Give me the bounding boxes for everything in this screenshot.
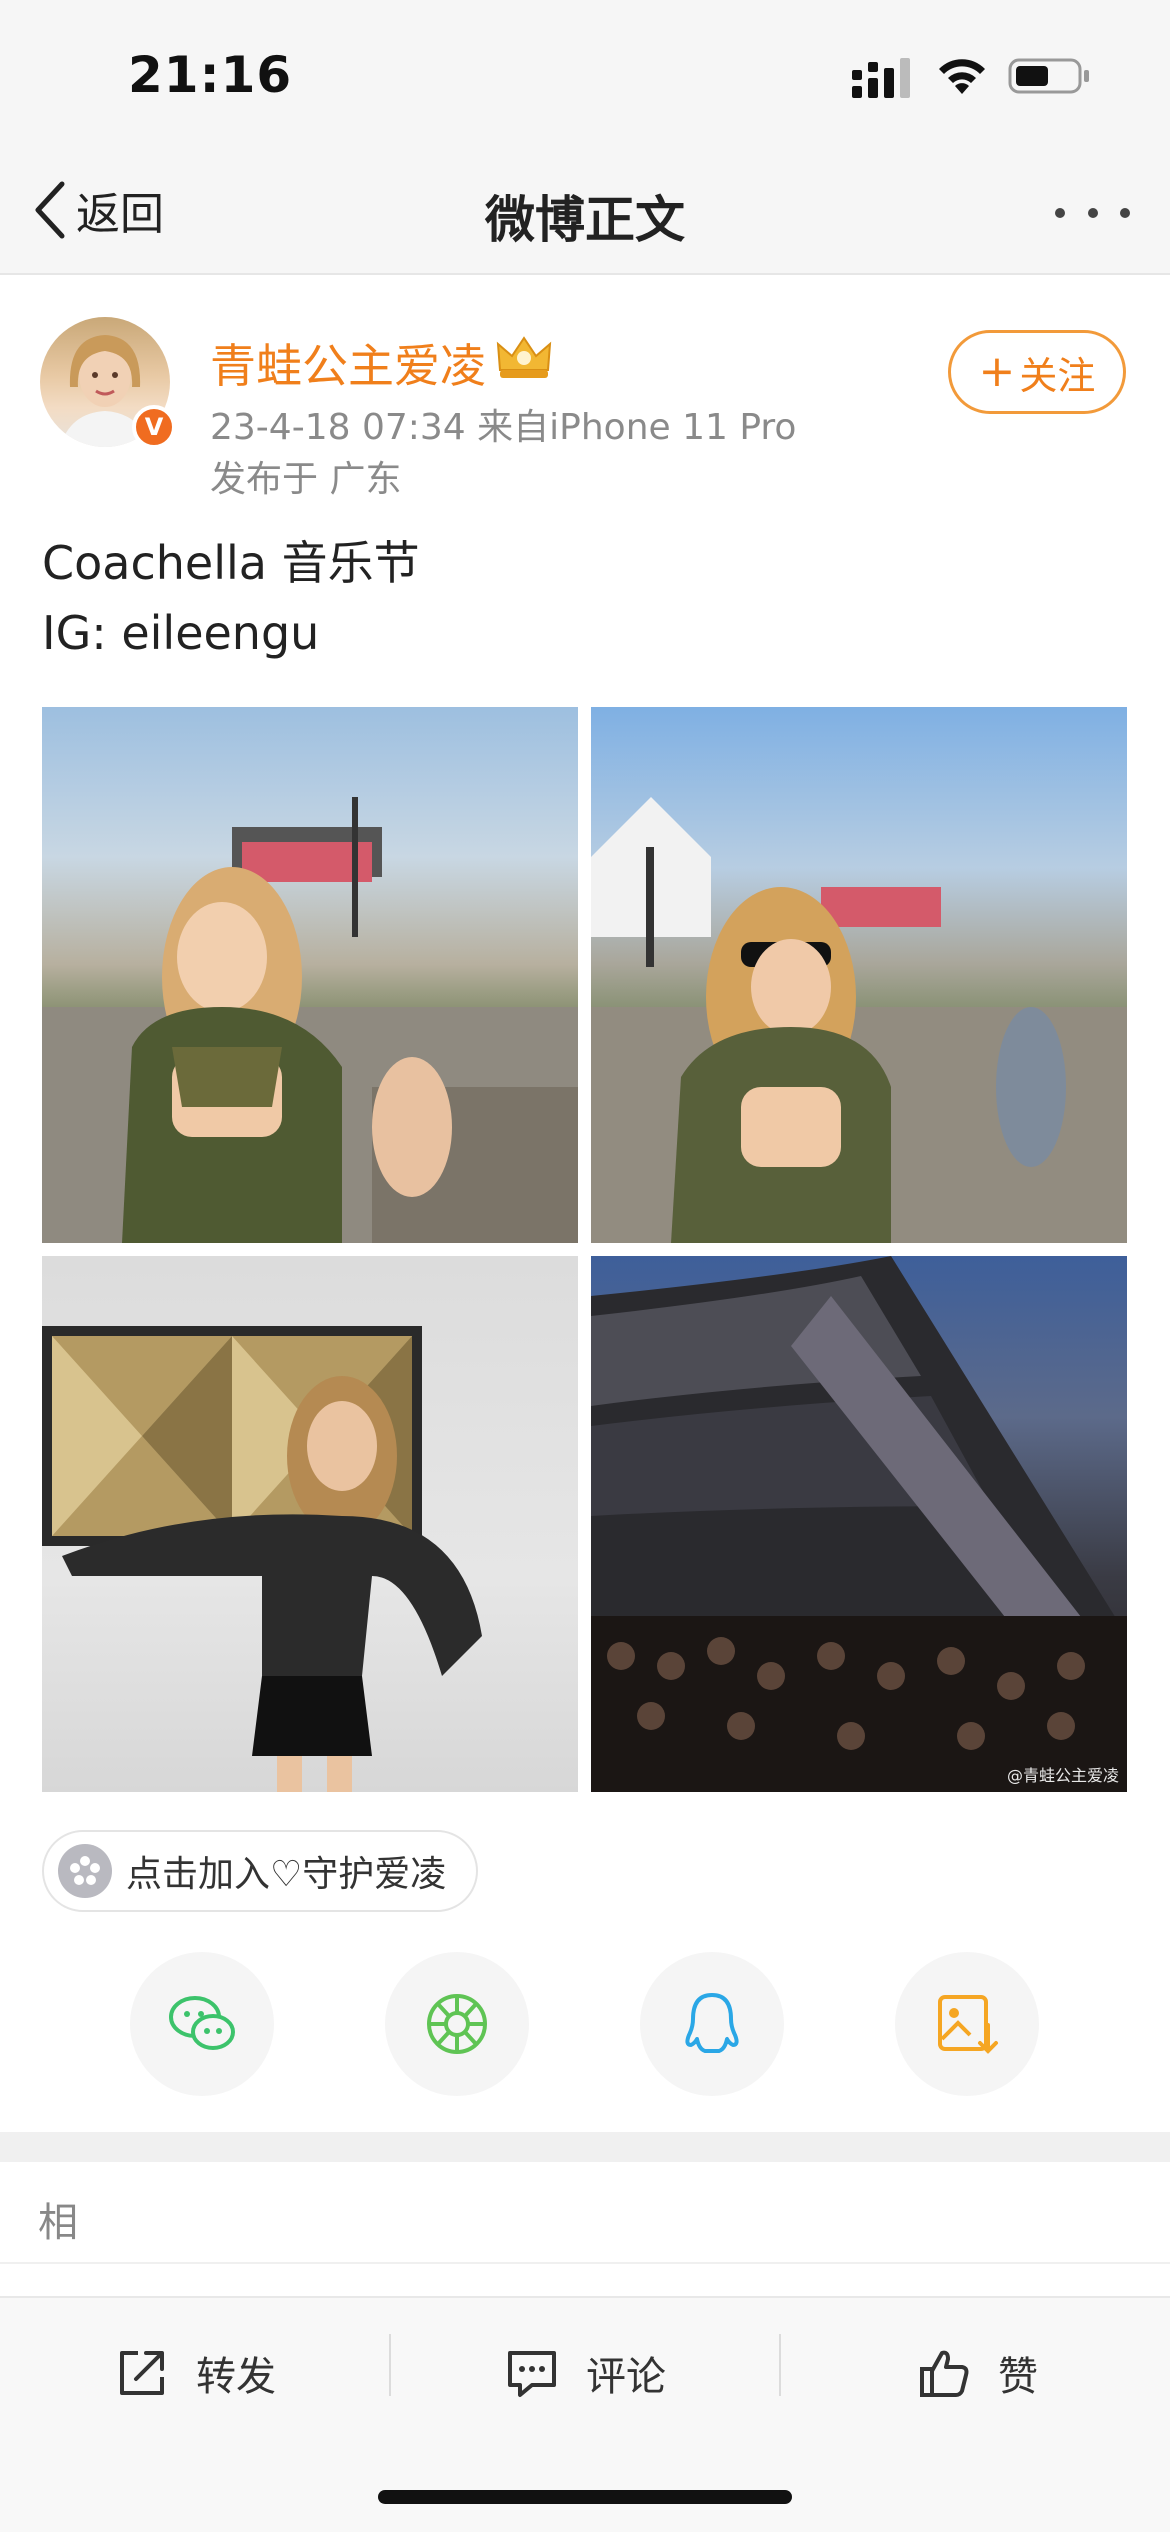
supertopic-chip[interactable]: 点击加入♡守护爱凌 bbox=[42, 1830, 479, 1912]
avatar[interactable]: V bbox=[40, 317, 176, 449]
toolbar-separator bbox=[389, 2334, 391, 2396]
wifi-icon bbox=[939, 59, 985, 94]
status-bar: 21:16 bbox=[0, 0, 1170, 150]
comment-label: 评论 bbox=[586, 2354, 666, 2400]
navigation-bar: 返回 微博正文 bbox=[0, 150, 1170, 275]
section-divider bbox=[0, 2132, 1170, 2162]
bottom-toolbar: 转发 评论 赞 bbox=[0, 2296, 1170, 2532]
post-location: 发布于 广东 bbox=[210, 459, 402, 500]
plus-icon: + bbox=[978, 346, 1016, 397]
share-wechat-button[interactable] bbox=[130, 1952, 274, 2096]
battery-icon bbox=[1008, 58, 1089, 94]
verified-badge-icon: V bbox=[132, 405, 176, 449]
cellular-signal-icon bbox=[852, 58, 910, 98]
like-label: 赞 bbox=[998, 2354, 1038, 2400]
post-text-line: IG: eileengu bbox=[42, 606, 320, 660]
related-label: 相 bbox=[38, 2200, 78, 2246]
more-dot-icon bbox=[1055, 207, 1065, 218]
post-meta: 23-4-18 07:34 来自iPhone 11 Pro bbox=[210, 407, 797, 448]
page-title: 微博正文 bbox=[485, 191, 685, 249]
like-button[interactable]: 赞 bbox=[916, 2328, 1038, 2418]
follow-button[interactable]: + 关注 bbox=[948, 330, 1126, 414]
status-time: 21:16 bbox=[128, 46, 293, 104]
more-options-button[interactable] bbox=[1055, 200, 1130, 225]
post-photo[interactable] bbox=[42, 1256, 578, 1792]
flower-icon bbox=[58, 1844, 112, 1898]
crown-icon bbox=[496, 336, 552, 378]
qq-icon bbox=[685, 1993, 739, 2053]
share-qq-button[interactable] bbox=[640, 1952, 784, 2096]
divider bbox=[0, 2262, 1170, 2264]
home-indicator[interactable] bbox=[378, 2490, 792, 2504]
post-photo[interactable]: @青蛙公主爱凌 bbox=[591, 1256, 1127, 1792]
post-text-line: Coachella 音乐节 bbox=[42, 536, 420, 590]
comment-icon bbox=[508, 2351, 556, 2397]
post-body: Coachella 音乐节 IG: eileengu bbox=[42, 528, 420, 668]
comment-button[interactable]: 评论 bbox=[504, 2328, 666, 2418]
moments-icon bbox=[427, 1994, 487, 2054]
save-image-button[interactable] bbox=[895, 1952, 1039, 2096]
author-name[interactable]: 青蛙公主爱凌 bbox=[210, 330, 486, 396]
more-dot-icon bbox=[1120, 207, 1130, 218]
repost-label: 转发 bbox=[196, 2354, 276, 2400]
share-moments-button[interactable] bbox=[385, 1952, 529, 2096]
follow-label: 关注 bbox=[1019, 353, 1096, 398]
more-dot-icon bbox=[1087, 207, 1098, 218]
toolbar-separator bbox=[779, 2334, 781, 2396]
post-photo[interactable] bbox=[42, 707, 578, 1243]
repost-button[interactable]: 转发 bbox=[114, 2328, 276, 2418]
repost-icon bbox=[120, 2351, 164, 2395]
thumbs-up-icon bbox=[920, 2350, 969, 2397]
wechat-icon bbox=[169, 1996, 235, 2050]
post-photo[interactable] bbox=[591, 707, 1127, 1243]
supertopic-label: 点击加入♡守护爱凌 bbox=[126, 1854, 447, 1895]
save-image-icon bbox=[938, 1995, 998, 2054]
photo-watermark: @青蛙公主爱凌 bbox=[1006, 1766, 1119, 1785]
